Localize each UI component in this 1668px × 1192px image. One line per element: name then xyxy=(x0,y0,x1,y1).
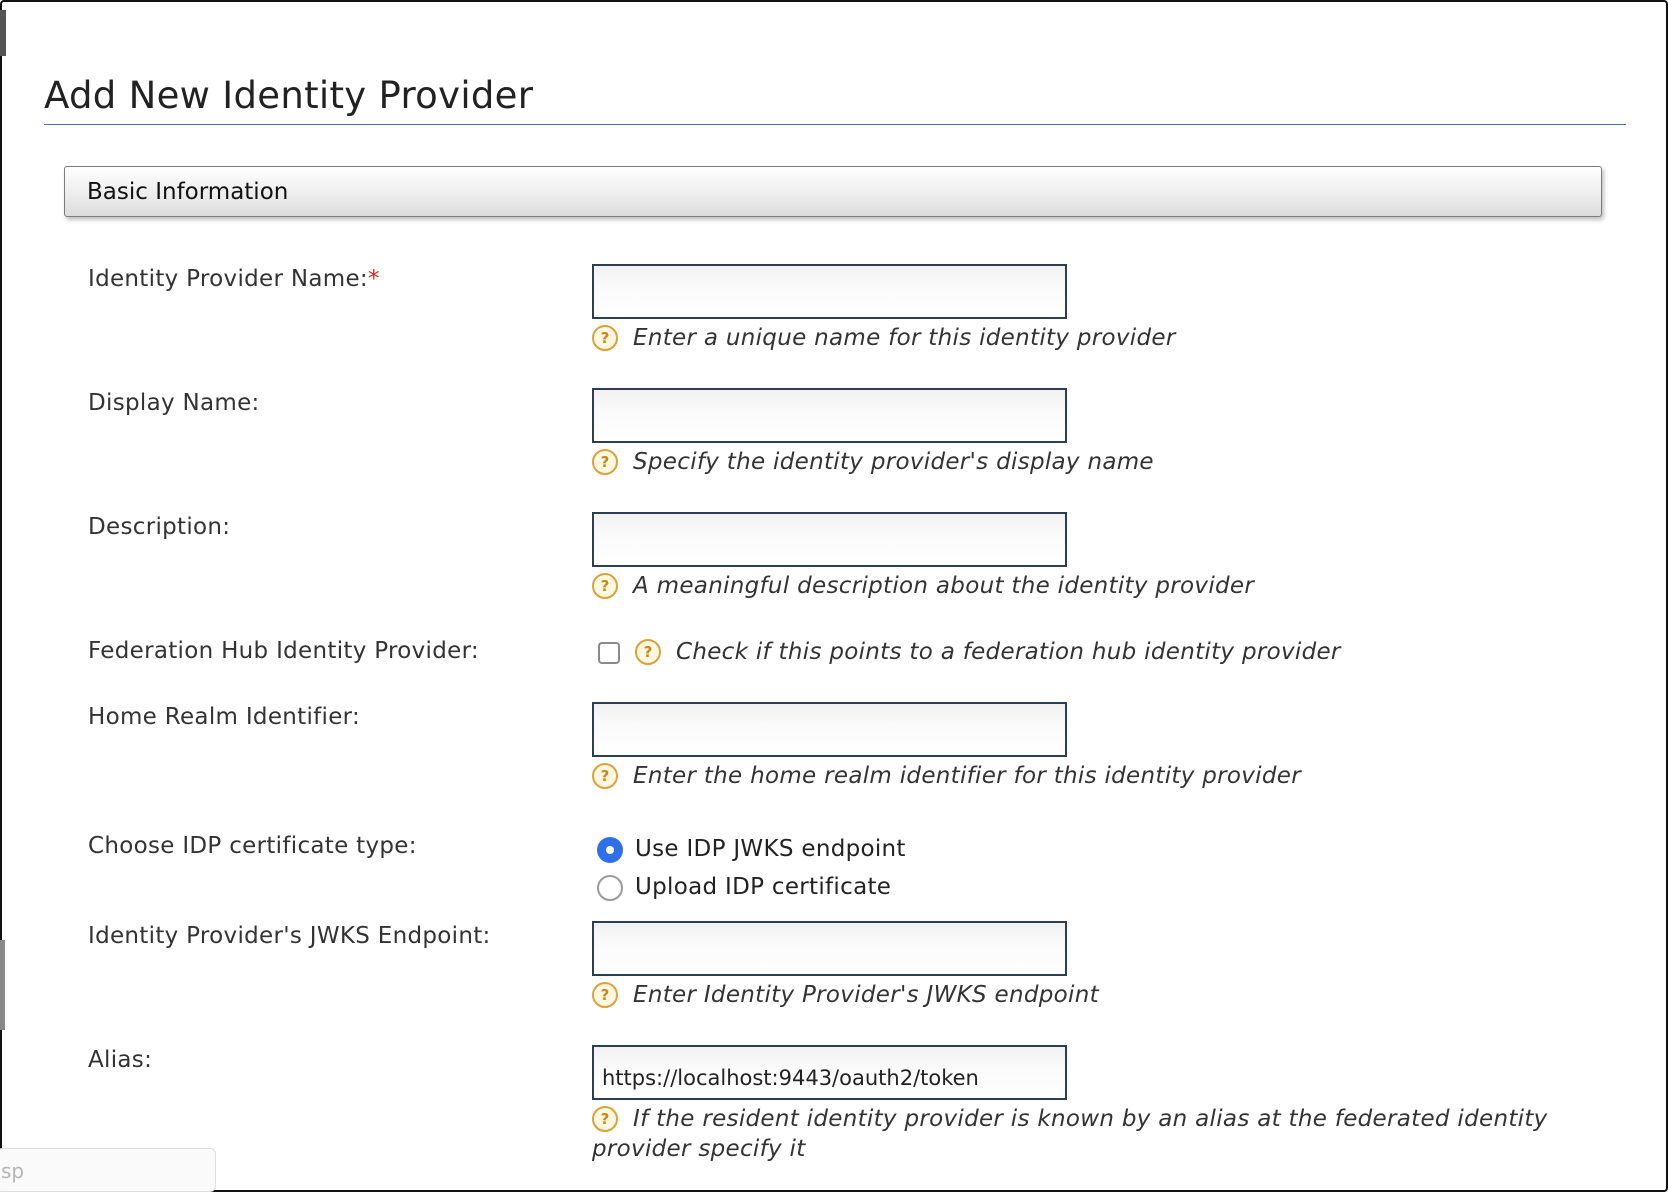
window-edge-marker xyxy=(0,940,5,1030)
jwks-endpoint-label: Identity Provider's JWKS Endpoint: xyxy=(88,923,491,949)
radio-use-jwks-endpoint[interactable] xyxy=(597,837,623,863)
help-icon[interactable]: ? xyxy=(592,982,618,1008)
search-text: sp xyxy=(1,1159,25,1183)
idp-name-help-text: Enter a unique name for this identity pr… xyxy=(633,325,1176,351)
display-name-help-text: Specify the identity provider's display … xyxy=(633,449,1154,475)
jwks-endpoint-input[interactable] xyxy=(592,921,1067,976)
basic-information-section-header[interactable]: Basic Information xyxy=(64,166,1602,217)
federation-hub-label: Federation Hub Identity Provider: xyxy=(88,638,479,664)
window-edge-marker xyxy=(0,10,6,56)
search-input[interactable]: sp xyxy=(0,1148,216,1192)
page-title: Add New Identity Provider xyxy=(44,74,534,117)
home-realm-help-text: Enter the home realm identifier for this… xyxy=(633,763,1301,789)
help-icon[interactable]: ? xyxy=(592,763,618,789)
description-help-text: A meaningful description about the ident… xyxy=(633,573,1255,599)
required-marker: * xyxy=(367,266,380,292)
radio-upload-certificate[interactable] xyxy=(597,875,623,901)
help-icon[interactable]: ? xyxy=(592,1106,618,1132)
idp-name-label-text: Identity Provider Name: xyxy=(88,266,368,292)
help-icon[interactable]: ? xyxy=(592,325,618,351)
section-title: Basic Information xyxy=(87,178,289,205)
jwks-endpoint-help-text: Enter Identity Provider's JWKS endpoint xyxy=(633,982,1099,1008)
title-divider xyxy=(44,124,1626,125)
display-name-input[interactable] xyxy=(592,388,1067,443)
description-input[interactable] xyxy=(592,512,1067,567)
alias-input[interactable] xyxy=(592,1045,1067,1100)
help-icon[interactable]: ? xyxy=(592,573,618,599)
help-icon[interactable]: ? xyxy=(592,449,618,475)
federation-hub-checkbox[interactable] xyxy=(598,642,620,664)
federation-hub-help-text: Check if this points to a federation hub… xyxy=(676,639,1341,665)
home-realm-label: Home Realm Identifier: xyxy=(88,704,361,730)
idp-name-input[interactable] xyxy=(592,264,1067,319)
radio-use-jwks-endpoint-label[interactable]: Use IDP JWKS endpoint xyxy=(635,836,906,862)
alias-help-text-line2: provider specify it xyxy=(592,1136,806,1162)
radio-upload-certificate-label[interactable]: Upload IDP certificate xyxy=(635,874,891,900)
alias-label: Alias: xyxy=(88,1047,153,1073)
display-name-label: Display Name: xyxy=(88,390,260,416)
idp-name-label: Identity Provider Name:* xyxy=(88,266,380,292)
description-label: Description: xyxy=(88,514,231,540)
home-realm-input[interactable] xyxy=(592,702,1067,757)
help-icon[interactable]: ? xyxy=(635,639,661,665)
alias-help-text-line1: If the resident identity provider is kno… xyxy=(633,1106,1548,1132)
cert-type-label: Choose IDP certificate type: xyxy=(88,833,417,859)
